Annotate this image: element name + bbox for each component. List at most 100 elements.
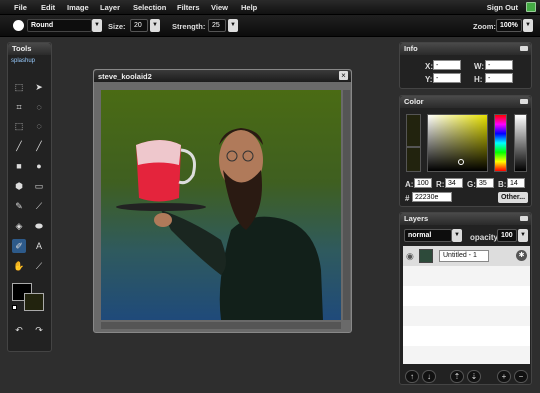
move-layer-bottom-icon[interactable]: ⇣ <box>467 370 481 383</box>
canvas-window: steve_koolaid2 × <box>93 69 352 333</box>
vertical-scrollbar[interactable] <box>343 90 350 320</box>
w-field[interactable] <box>485 60 513 70</box>
info-panel: Info X: W: Y: H: <box>399 42 532 89</box>
brush-shape-select[interactable]: Round <box>27 19 92 32</box>
minimize-icon[interactable] <box>520 216 528 221</box>
minimize-icon[interactable] <box>520 46 528 51</box>
menu-layer[interactable]: Layer <box>100 3 120 12</box>
text-tool-icon[interactable]: A <box>32 239 46 253</box>
other-color-button[interactable]: Other... <box>498 192 528 203</box>
zoom-label: Zoom: <box>473 22 496 31</box>
menu-bar: File Edit Image Layer Selection Filters … <box>0 0 540 15</box>
hexagon-icon[interactable]: ⬢ <box>12 179 26 193</box>
marquee-icon[interactable]: ⬚ <box>12 80 26 94</box>
brush-tool-icon[interactable]: ✐ <box>12 239 26 253</box>
tools-title: Tools <box>8 43 51 55</box>
color-title: Color <box>400 96 531 108</box>
layer-thumbnail <box>419 249 433 263</box>
layer-settings-icon[interactable]: ✱ <box>516 250 527 261</box>
hue-slider[interactable] <box>494 114 507 172</box>
blue-field[interactable] <box>507 178 525 188</box>
crop-icon[interactable]: ⌗ <box>12 100 26 114</box>
sign-out-link[interactable]: Sign Out <box>487 3 518 12</box>
horizontal-scrollbar[interactable] <box>101 322 341 329</box>
bucket-icon[interactable]: ◈ <box>12 219 26 233</box>
redo-icon[interactable]: ↷ <box>32 323 46 337</box>
layer-list: ◉ Untitled - 1 ✱ <box>403 246 530 364</box>
menu-view[interactable]: View <box>211 3 228 12</box>
canvas-titlebar[interactable]: steve_koolaid2 × <box>94 70 351 82</box>
move-layer-up-icon[interactable]: ↑ <box>405 370 419 383</box>
menu-image[interactable]: Image <box>67 3 89 12</box>
layer-row[interactable]: ◉ Untitled - 1 ✱ <box>403 246 530 266</box>
red-field[interactable] <box>445 178 463 188</box>
alpha-field[interactable] <box>414 178 432 188</box>
brush-shape-dropdown-icon[interactable]: ▼ <box>92 19 102 32</box>
alpha-slider[interactable] <box>514 114 527 172</box>
x-label: X: <box>425 62 433 71</box>
reset-colors-icon[interactable] <box>12 305 17 310</box>
size-label: Size: <box>108 22 126 31</box>
delete-layer-icon[interactable]: − <box>514 370 528 383</box>
g-label: G: <box>467 180 476 189</box>
opacity-dropdown-icon[interactable]: ▼ <box>518 229 528 242</box>
eye-icon[interactable]: ◉ <box>406 251 414 262</box>
minimize-icon[interactable] <box>520 99 528 104</box>
blend-mode-dropdown-icon[interactable]: ▼ <box>452 229 462 242</box>
size-dropdown-icon[interactable]: ▼ <box>150 19 160 32</box>
eraser-icon[interactable]: ⬬ <box>32 219 46 233</box>
line-icon[interactable]: ╱ <box>32 139 46 153</box>
brush-dot-icon <box>13 20 24 31</box>
a-label: A: <box>405 180 414 189</box>
w-label: W: <box>474 62 485 71</box>
menu-help[interactable]: Help <box>241 3 257 12</box>
strength-dropdown-icon[interactable]: ▼ <box>228 19 238 32</box>
add-layer-icon[interactable]: + <box>497 370 511 383</box>
eyedropper-icon[interactable]: ⟋ <box>32 259 46 273</box>
move-layer-down-icon[interactable]: ↓ <box>422 370 436 383</box>
options-bar: Round ▼ Size: 20 ▼ Strength: 25 ▼ Zoom: … <box>0 15 540 37</box>
size-input[interactable]: 20 <box>130 19 148 32</box>
ellipse-select-icon[interactable]: ◌ <box>32 119 46 133</box>
background-swatch[interactable] <box>24 293 44 311</box>
lasso-icon[interactable]: ◌ <box>32 100 46 114</box>
zoom-dropdown-icon[interactable]: ▼ <box>523 19 533 32</box>
menu-edit[interactable]: Edit <box>41 3 55 12</box>
undo-icon[interactable]: ↶ <box>12 323 26 337</box>
rectangle-icon[interactable]: ■ <box>12 159 26 173</box>
brush-icon[interactable]: ╱ <box>12 139 26 153</box>
menu-file[interactable]: File <box>14 3 27 12</box>
strength-input[interactable]: 25 <box>208 19 226 32</box>
x-field[interactable] <box>433 60 461 70</box>
move-arrow-icon[interactable]: ➤ <box>32 80 46 94</box>
zoom-input[interactable]: 100% <box>496 19 522 32</box>
current-color-swatch <box>406 114 421 147</box>
canvas-title: steve_koolaid2 <box>98 72 152 81</box>
h-label: H: <box>474 75 483 84</box>
menu-filters[interactable]: Filters <box>177 3 200 12</box>
layer-name[interactable]: Untitled - 1 <box>439 250 489 262</box>
close-icon[interactable]: × <box>339 71 348 80</box>
rect-select-icon[interactable]: ⬚ <box>12 119 26 133</box>
color-panel: Color A: R: G: B: # Other... <box>399 95 532 207</box>
tools-panel: Tools splashup ⬚ ➤ ⌗ ◌ ⬚ ◌ ╱ ╱ ■ ● ⬢ ▭ ✎… <box>7 42 52 352</box>
clone-stamp-icon[interactable]: ⟋ <box>32 199 46 213</box>
empty-layer-row <box>403 306 530 326</box>
ellipse-icon[interactable]: ● <box>32 159 46 173</box>
opacity-input[interactable]: 100 <box>497 229 517 242</box>
empty-layer-row <box>403 266 530 286</box>
gradient-icon[interactable]: ▭ <box>32 179 46 193</box>
hand-icon[interactable]: ✋ <box>12 259 26 273</box>
hex-field[interactable] <box>412 192 452 202</box>
y-field[interactable] <box>433 73 461 83</box>
green-field[interactable] <box>476 178 494 188</box>
move-layer-top-icon[interactable]: ⇡ <box>450 370 464 383</box>
menu-selection[interactable]: Selection <box>133 3 166 12</box>
layers-panel: Layers normal ▼ opacity: 100 ▼ ◉ Untitle… <box>399 212 532 385</box>
blend-mode-select[interactable]: normal <box>404 229 452 242</box>
layers-title: Layers <box>400 213 531 225</box>
empty-layer-row <box>403 286 530 306</box>
pencil-icon[interactable]: ✎ <box>12 199 26 213</box>
window-control-icon[interactable] <box>526 2 536 12</box>
h-field[interactable] <box>485 73 513 83</box>
